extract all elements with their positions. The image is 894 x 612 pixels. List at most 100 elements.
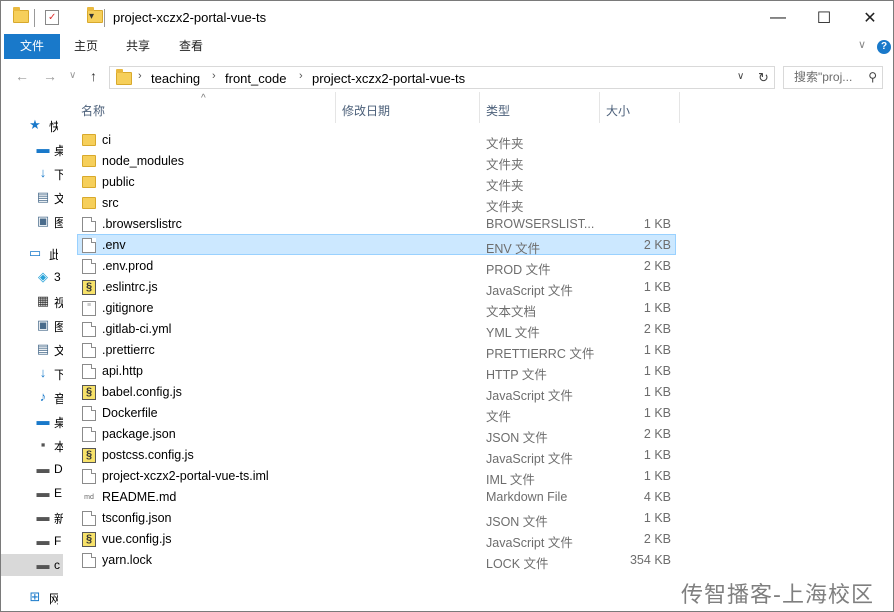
nav-item[interactable]: ▬新 [1, 506, 64, 528]
nav-item[interactable]: ↓下 [1, 362, 63, 384]
nav-item[interactable]: ▬ F [1, 530, 63, 552]
cube-icon: ◈ [38, 269, 48, 284]
recent-locations-icon[interactable]: ∨ [69, 70, 76, 81]
column-header-size[interactable]: 大小 [606, 92, 630, 123]
forward-icon[interactable]: → [43, 68, 57, 84]
file-row[interactable]: .prettierrc PRETTIERRC 文件 1 KB [77, 339, 676, 361]
refresh-button[interactable]: ↻ [753, 66, 775, 89]
nav-item[interactable]: ▣图 [1, 314, 63, 336]
nav-item[interactable]: ▦视 [1, 290, 63, 312]
chevron-right-icon[interactable]: › [138, 70, 142, 82]
file-row[interactable]: § postcss.config.js JavaScript 文件 1 KB [77, 444, 676, 466]
nav-item-label: 下 [54, 366, 63, 383]
file-row[interactable]: .browserslistrc BROWSERSLIST... 1 KB [77, 213, 676, 234]
nav-item[interactable]: ▬桌 [1, 410, 64, 432]
breadcrumb-front-code[interactable]: front_code [225, 71, 286, 86]
nav-item[interactable]: ▬ E [1, 482, 63, 504]
file-row[interactable]: ci 文件夹 [77, 129, 676, 151]
file-row[interactable]: § babel.config.js JavaScript 文件 1 KB [77, 381, 676, 403]
column-header-name[interactable]: 名称 [81, 92, 105, 123]
search-input[interactable]: 搜索"proj... ⚲ [783, 66, 883, 89]
nav-item[interactable]: ⊞网 [1, 586, 63, 608]
file-name: tsconfig.json [102, 511, 172, 525]
address-row: ← → ∨ ↑ › teaching › front_code › projec… [1, 62, 893, 92]
file-row[interactable]: md README.md Markdown File 4 KB [77, 486, 676, 507]
help-icon[interactable]: ? [877, 40, 891, 54]
file-name: .eslintrc.js [102, 280, 158, 294]
nav-item[interactable]: ▪本 [1, 434, 63, 456]
file-row[interactable]: src 文件夹 [77, 192, 676, 214]
nav-item-label: 桌 [54, 414, 63, 431]
file-name: package.json [102, 427, 176, 441]
customize-quick-access-icon[interactable]: ▾ [89, 11, 94, 27]
file-row[interactable]: project-xczx2-portal-vue-ts.iml IML 文件 1 K… [77, 465, 676, 487]
column-header-modified[interactable]: 修改日期 [342, 92, 390, 123]
nav-item[interactable]: ▤文 [1, 338, 63, 360]
close-button[interactable]: ✕ [847, 1, 893, 34]
file-size: 2 KB [643, 259, 671, 273]
column-divider[interactable] [599, 92, 600, 123]
chevron-right-icon[interactable]: › [212, 70, 216, 82]
nav-item[interactable]: ★快 [1, 114, 63, 136]
expand-ribbon-icon[interactable]: ∨ [858, 38, 866, 51]
file-row[interactable]: tsconfig.json JSON 文件 1 KB [77, 507, 676, 529]
chevron-right-icon[interactable]: › [299, 70, 303, 82]
breadcrumb-current-folder[interactable]: project-xczx2-portal-vue-ts [312, 71, 465, 86]
column-divider[interactable] [335, 92, 336, 123]
watermark: 传智播客-上海校区 [681, 583, 874, 608]
nav-item[interactable]: ♪音 [1, 386, 63, 408]
breadcrumb-teaching[interactable]: teaching [151, 71, 200, 86]
column-divider[interactable] [479, 92, 480, 123]
file-row[interactable]: node_modules 文件夹 [77, 150, 676, 172]
address-bar[interactable]: › teaching › front_code › project-xczx2-… [109, 66, 775, 89]
file-row[interactable]: § vue.config.js JavaScript 文件 2 KB [77, 528, 676, 550]
nav-item-label: 本 [54, 438, 63, 455]
nav-item[interactable]: ▬ c [1, 554, 63, 576]
file-row[interactable]: public 文件夹 [77, 171, 676, 193]
file-size: 4 KB [643, 490, 671, 504]
nav-item[interactable]: ▣图 [1, 210, 63, 232]
column-divider[interactable] [679, 92, 680, 123]
tab-share[interactable]: 共享 [115, 34, 161, 59]
nav-item[interactable]: ▭此 [1, 242, 63, 264]
back-icon[interactable]: ← [15, 68, 29, 84]
nav-item-label: 视 [54, 294, 63, 311]
file-row[interactable]: api.http HTTP 文件 1 KB [77, 360, 676, 382]
up-icon[interactable]: ↑ [90, 68, 97, 84]
minimize-button[interactable]: — [755, 1, 801, 34]
address-dropdown-icon[interactable]: ∨ [737, 71, 744, 82]
file-size: 1 KB [643, 364, 671, 378]
computer-icon: ▭ [28, 245, 42, 260]
nav-item[interactable]: ↓下 [1, 162, 63, 184]
properties-icon[interactable]: ✓ [45, 10, 59, 25]
file-row[interactable]: .gitlab-ci.yml YML 文件 2 KB [77, 318, 676, 340]
tab-view[interactable]: 查看 [168, 34, 214, 59]
file-row[interactable]: § .eslintrc.js JavaScript 文件 1 KB [77, 276, 676, 298]
file-row[interactable]: yarn.lock LOCK 文件 354 KB [77, 549, 676, 571]
file-row[interactable]: Dockerfile 文件 1 KB [77, 402, 676, 424]
folder-icon [13, 7, 29, 23]
file-size: 1 KB [643, 406, 671, 420]
file-icon [82, 427, 96, 442]
file-row[interactable]: .env ENV 文件 2 KB [77, 234, 676, 256]
folder-icon [82, 197, 96, 209]
file-row[interactable]: .env.prod PROD 文件 2 KB [77, 255, 676, 277]
nav-item-label: D [54, 462, 63, 476]
file-row[interactable]: package.json JSON 文件 2 KB [77, 423, 676, 445]
tab-file[interactable]: 文件 [4, 34, 60, 59]
tab-home[interactable]: 主页 [63, 34, 109, 59]
file-name: vue.config.js [102, 532, 172, 546]
nav-item[interactable]: ▤文 [1, 186, 63, 208]
file-size: 2 KB [643, 322, 671, 336]
drive-icon: ▬ [36, 557, 50, 572]
javascript-file-icon: § [82, 385, 96, 400]
maximize-button[interactable]: ☐ [801, 1, 847, 34]
nav-item[interactable]: ▬桌 [1, 138, 64, 160]
nav-item[interactable]: ◈ 3 [1, 266, 63, 288]
javascript-file-icon: § [82, 532, 96, 547]
file-row[interactable]: ≡ .gitignore 文本文档 1 KB [77, 297, 676, 319]
search-icon[interactable]: ⚲ [868, 67, 877, 88]
file-icon [82, 259, 96, 274]
column-header-type[interactable]: 类型 [486, 92, 510, 123]
nav-item[interactable]: ▬ D [1, 458, 63, 480]
